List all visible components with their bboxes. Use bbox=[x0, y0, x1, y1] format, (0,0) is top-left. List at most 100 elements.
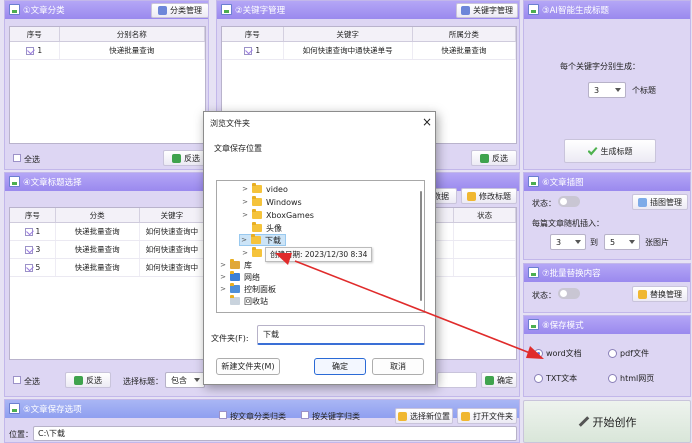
tree-item-avatar[interactable]: 头像 bbox=[241, 222, 282, 234]
titles-select-all[interactable]: 全选 bbox=[13, 376, 40, 387]
select-all-checkbox[interactable] bbox=[13, 376, 21, 384]
save-mode-title: ⑧保存模式 bbox=[542, 321, 584, 331]
image-per-article-label: 每篇文章随机插入： bbox=[532, 219, 604, 228]
ai-panel: ③AI智能生成标题 每个关键字分别生成： 3 个标题 生成标题 bbox=[523, 0, 691, 170]
replace-title: ⑦批量替换内容 bbox=[542, 269, 601, 279]
folder-icon bbox=[252, 222, 262, 232]
replace-manage-button[interactable]: 替换管理 bbox=[632, 286, 688, 302]
tree-item-control-panel[interactable]: > 控制面板 bbox=[219, 283, 276, 295]
invert-icon bbox=[480, 153, 489, 163]
category-icon bbox=[9, 4, 20, 15]
new-folder-button[interactable]: 新建文件夹(M) bbox=[216, 358, 280, 375]
row-checkbox[interactable] bbox=[24, 227, 33, 236]
tree-item-windows[interactable]: > Windows bbox=[241, 196, 302, 208]
edit-title-button[interactable]: 修改标题 bbox=[461, 188, 517, 204]
image-from-select[interactable]: 3 bbox=[550, 234, 586, 250]
row-checkbox[interactable] bbox=[26, 46, 35, 55]
radio-word[interactable]: word文档 bbox=[534, 348, 582, 359]
row-checkbox[interactable] bbox=[24, 245, 33, 254]
dialog-close-icon[interactable]: × bbox=[422, 115, 432, 129]
keyword-manage-button[interactable]: 关键字管理 bbox=[456, 3, 518, 18]
image-panel: ⑥文章插图 状态： 插图管理 每篇文章随机插入： 3 到 5 张图片 bbox=[523, 172, 691, 260]
tree-item-xboxgames[interactable]: > XboxGames bbox=[241, 209, 314, 221]
radio-button[interactable] bbox=[534, 349, 543, 358]
by-keyword-checkbox[interactable] bbox=[301, 411, 309, 419]
category-select-all[interactable]: 全选 bbox=[13, 154, 40, 165]
chevron-right-icon: > bbox=[220, 273, 226, 281]
by-keyword-option[interactable]: 按关键字归类 bbox=[301, 411, 360, 422]
tree-item-recycle-bin[interactable]: 回收站 bbox=[219, 295, 268, 307]
save-mode-header: ⑧保存模式 bbox=[524, 316, 690, 334]
picture-icon bbox=[638, 197, 647, 207]
category-table-header: 序号 分别名称 bbox=[10, 27, 205, 42]
select-location-button[interactable]: 选择新位置 bbox=[395, 408, 453, 424]
row-checkbox[interactable] bbox=[244, 46, 253, 55]
ai-count-select[interactable]: 3 bbox=[588, 82, 626, 98]
tree-item-video[interactable]: > video bbox=[241, 183, 288, 195]
tree-item-download[interactable]: > 下载 bbox=[239, 234, 286, 246]
confirm-icon bbox=[485, 375, 494, 385]
tree-scrollbar[interactable] bbox=[420, 191, 422, 301]
chevron-right-icon: > bbox=[241, 236, 247, 244]
invert-icon bbox=[172, 153, 181, 163]
dialog-ok-button[interactable]: 确定 bbox=[314, 358, 366, 375]
ai-icon bbox=[528, 4, 539, 15]
radio-button[interactable] bbox=[608, 374, 617, 383]
table-row[interactable]: 1 如何快速查询中通快递单号 快递批量查询 bbox=[222, 42, 516, 60]
dialog-title: 浏览文件夹 bbox=[210, 119, 250, 128]
start-button[interactable]: 开始创作 bbox=[523, 400, 691, 443]
select-all-checkbox[interactable] bbox=[13, 154, 21, 162]
radio-html[interactable]: html网页 bbox=[608, 373, 654, 384]
titles-title: ④文章标题选择 bbox=[23, 178, 82, 188]
chevron-right-icon: > bbox=[242, 211, 248, 219]
titles-filter-input[interactable] bbox=[437, 372, 477, 388]
titles-icon bbox=[9, 176, 20, 187]
radio-button[interactable] bbox=[534, 374, 543, 383]
row-checkbox[interactable] bbox=[24, 263, 33, 272]
folder-input[interactable]: 下载 bbox=[257, 325, 425, 345]
tree-item-network[interactable]: > 网络 bbox=[219, 271, 260, 283]
keyword-title: ②关键字管理 bbox=[235, 6, 286, 16]
ai-header: ③AI智能生成标题 bbox=[524, 1, 690, 19]
save-icon bbox=[9, 403, 20, 414]
folder-icon bbox=[398, 411, 407, 421]
image-to-select[interactable]: 5 bbox=[604, 234, 640, 250]
by-category-option[interactable]: 按文章分类归类 bbox=[219, 411, 286, 422]
location-input[interactable]: C:\下载 bbox=[33, 426, 517, 441]
image-title: ⑥文章插图 bbox=[542, 178, 584, 188]
dialog-subtitle: 文章保存位置 bbox=[214, 144, 262, 153]
titles-confirm-button[interactable]: 确定 bbox=[481, 372, 517, 388]
folder-tree[interactable]: >video >Windows >XboxGames 头像 >下载 >文档 >库… bbox=[216, 180, 425, 313]
col-index: 序号 bbox=[10, 27, 60, 41]
by-category-checkbox[interactable] bbox=[219, 411, 227, 419]
keyword-invert-button[interactable]: 反选 bbox=[471, 150, 517, 166]
image-manage-button[interactable]: 插图管理 bbox=[632, 194, 688, 210]
tree-item-library[interactable]: > 库 bbox=[219, 259, 252, 271]
keyword-table-header: 序号 关键字 所属分类 bbox=[222, 27, 516, 42]
chevron-right-icon: > bbox=[242, 249, 248, 257]
table-row[interactable]: 1 快递批量查询 bbox=[10, 42, 205, 60]
category-manage-button[interactable]: 分类管理 bbox=[151, 3, 208, 18]
dialog-cancel-button[interactable]: 取消 bbox=[372, 358, 424, 375]
folder-icon bbox=[252, 183, 262, 193]
folder-icon bbox=[252, 196, 262, 206]
replace-manage-icon bbox=[638, 289, 647, 299]
generate-titles-button[interactable]: 生成标题 bbox=[564, 139, 656, 163]
col-name: 分别名称 bbox=[60, 27, 205, 41]
chevron-right-icon: > bbox=[220, 261, 226, 269]
image-unit: 张图片 bbox=[645, 238, 669, 247]
replace-icon bbox=[528, 267, 539, 278]
replace-status-toggle[interactable] bbox=[558, 288, 580, 299]
image-header: ⑥文章插图 bbox=[524, 173, 690, 191]
open-folder-button[interactable]: 打开文件夹 bbox=[457, 408, 517, 424]
folder-open-icon bbox=[461, 411, 470, 421]
radio-pdf[interactable]: pdf文件 bbox=[608, 348, 649, 359]
titles-invert-button[interactable]: 反选 bbox=[65, 372, 111, 388]
radio-txt[interactable]: TXT文本 bbox=[534, 373, 577, 384]
image-status-toggle[interactable] bbox=[558, 196, 580, 207]
titles-filter-select[interactable]: 包含 bbox=[165, 372, 205, 388]
radio-button[interactable] bbox=[608, 349, 617, 358]
tree-tooltip: 创建日期: 2023/12/30 8:34 bbox=[265, 247, 373, 262]
chevron-down-icon bbox=[194, 378, 200, 382]
chevron-right-icon: > bbox=[220, 285, 226, 293]
